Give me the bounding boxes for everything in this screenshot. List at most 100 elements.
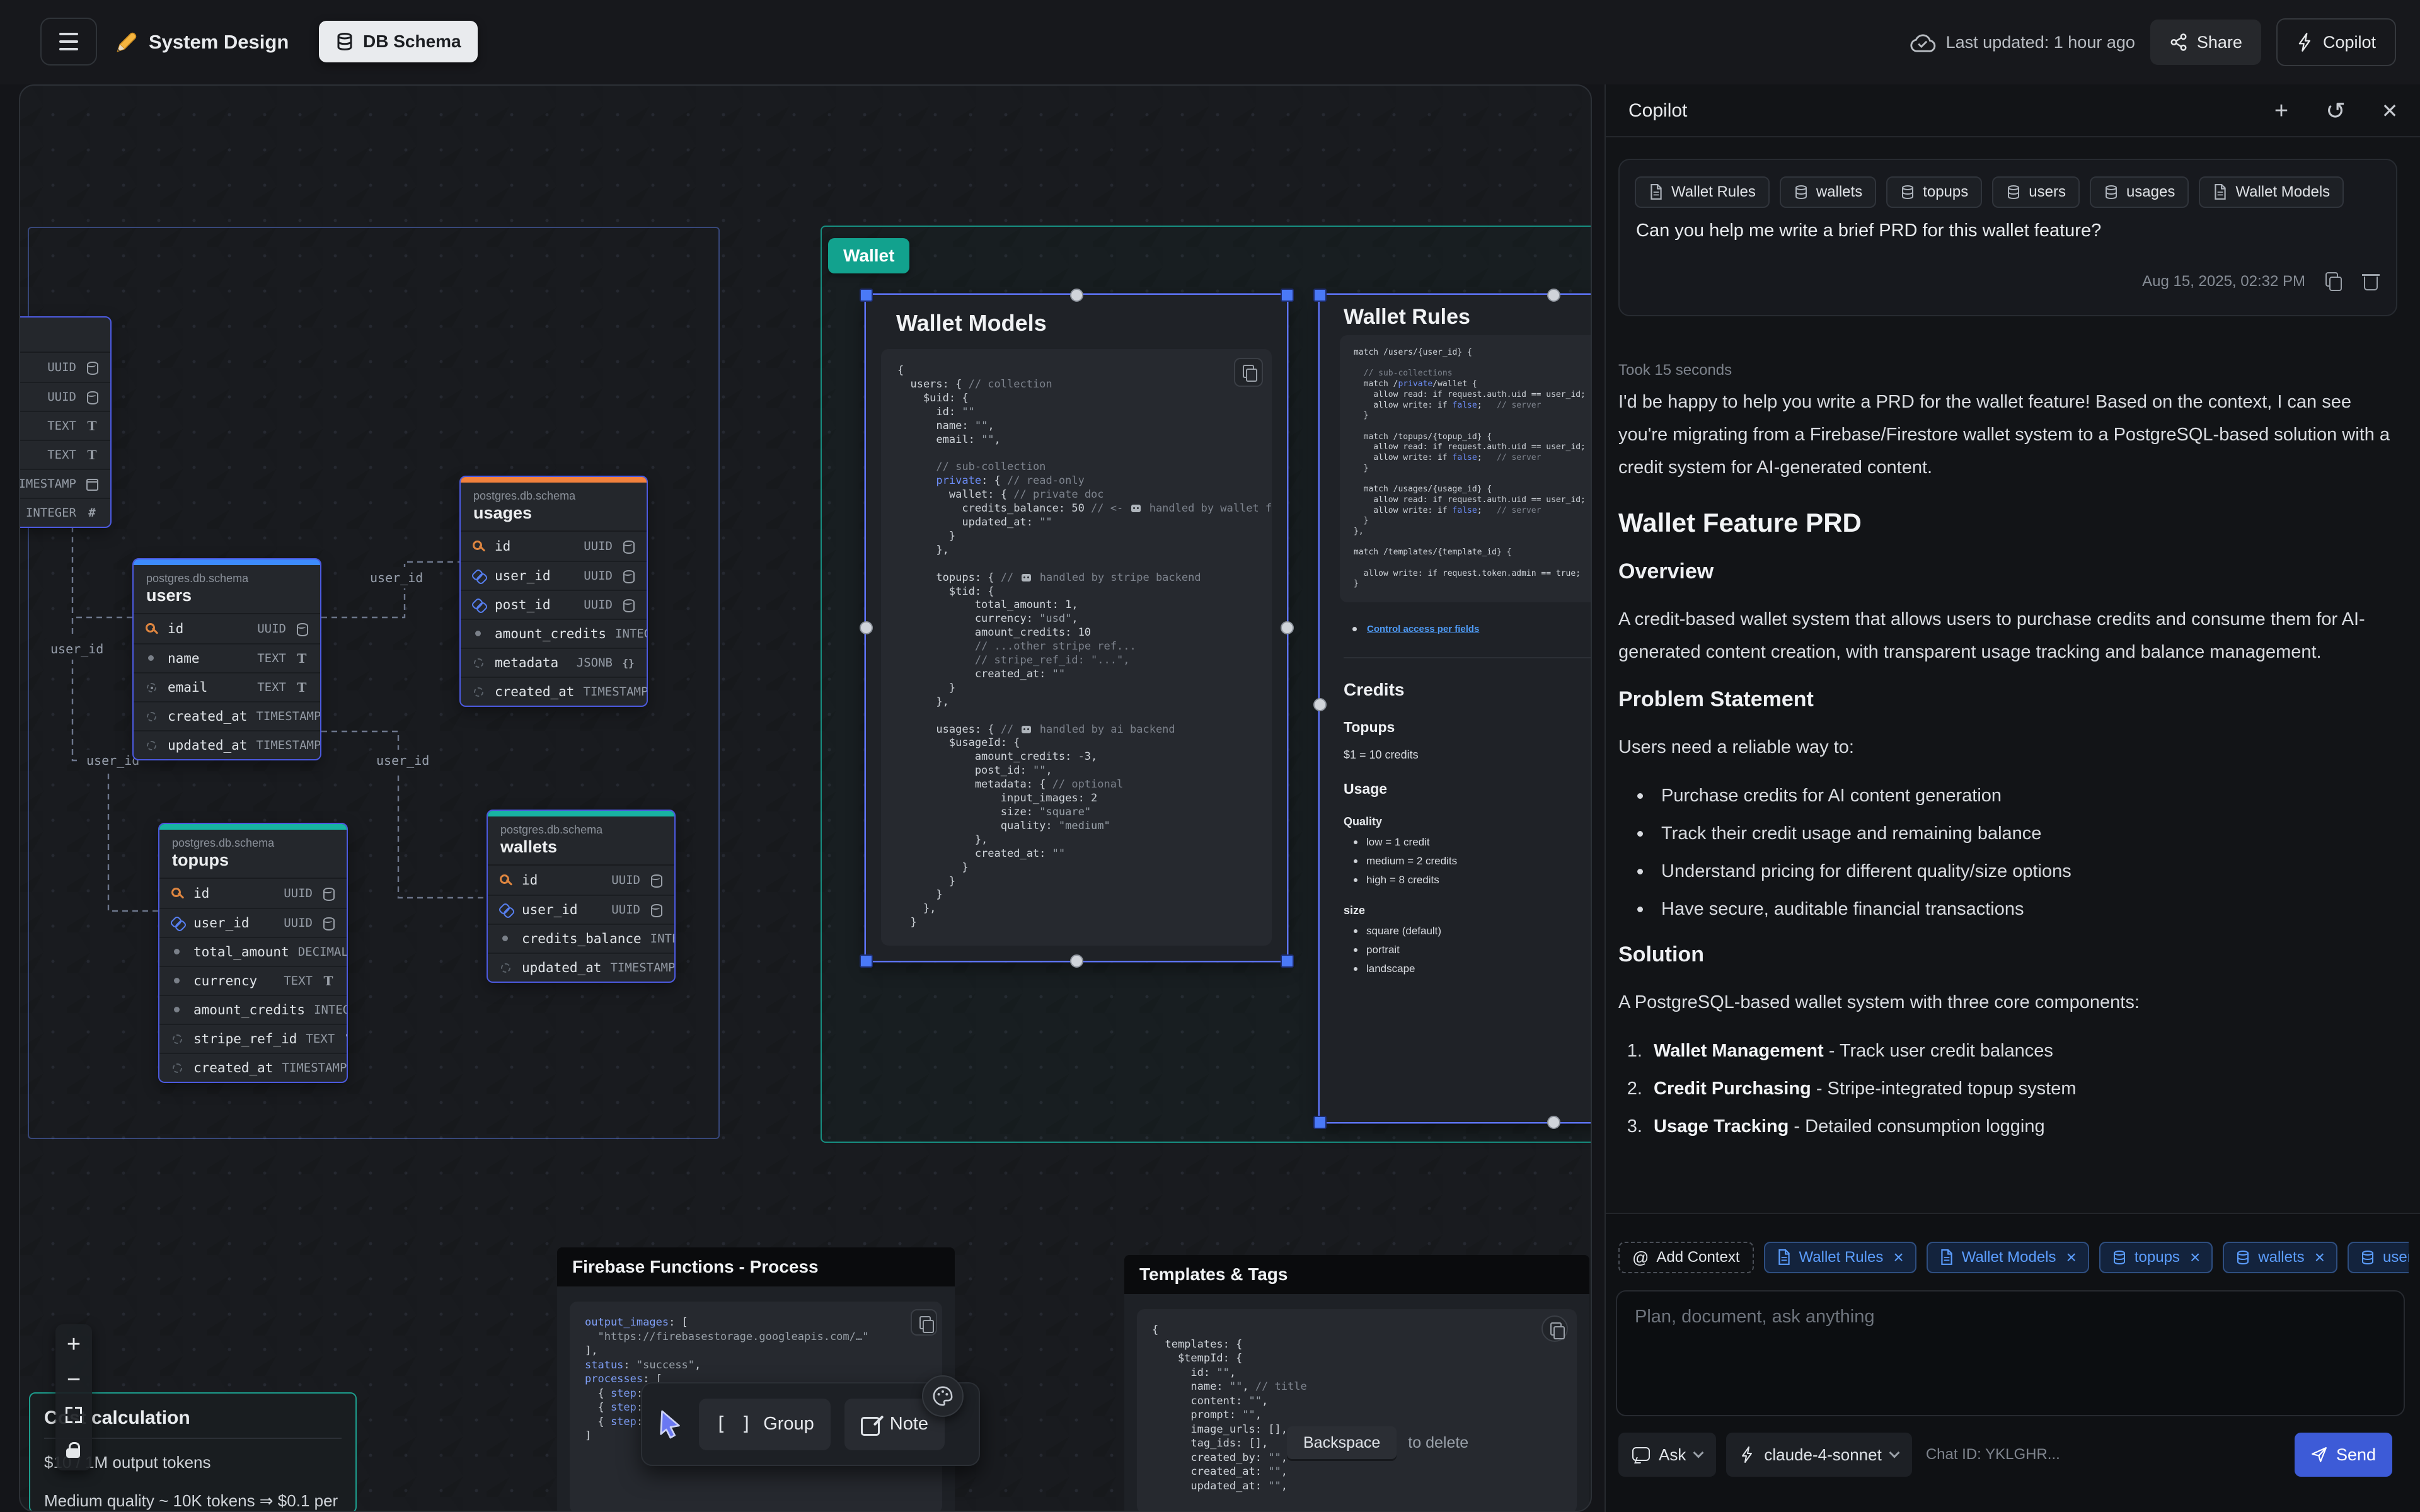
style-palette-button[interactable] bbox=[922, 1375, 964, 1417]
table-row[interactable]: user_id UUID bbox=[488, 895, 674, 924]
selection-handle[interactable] bbox=[1281, 954, 1294, 968]
group-tool-button[interactable]: [ ] Group bbox=[699, 1399, 831, 1450]
copy-message-icon[interactable] bbox=[2324, 272, 2343, 291]
selection-handle[interactable] bbox=[860, 954, 873, 968]
table-row[interactable]: stripe_ref_id TEXT bbox=[159, 1024, 347, 1053]
table-row[interactable]: INTEGER bbox=[19, 498, 110, 527]
table-row[interactable]: credits_balance INTEGER bbox=[488, 924, 674, 953]
field-constraint-icon bbox=[145, 680, 159, 694]
remove-chip-icon[interactable]: × bbox=[2315, 1247, 2325, 1268]
field-type-icon bbox=[85, 360, 99, 374]
remove-chip-icon[interactable]: × bbox=[1893, 1247, 1903, 1268]
table-topups[interactable]: postgres.db.schema topups id UUID user_i… bbox=[158, 823, 348, 1083]
table-row[interactable]: id UUID bbox=[134, 614, 320, 643]
selection-handle[interactable] bbox=[1547, 1116, 1560, 1129]
context-chip[interactable]: wallets bbox=[1780, 176, 1876, 208]
table-row[interactable]: amount_credits INTEGER bbox=[461, 619, 647, 648]
wallet-rules-code[interactable]: match /users/{user_id} { // sub-collecti… bbox=[1340, 335, 1592, 602]
table-row[interactable]: post_id UUID bbox=[461, 590, 647, 619]
table-row[interactable]: user_id UUID bbox=[461, 561, 647, 590]
table-row[interactable]: total_amount DECIMAL bbox=[159, 937, 347, 966]
selection-handle[interactable] bbox=[1547, 289, 1560, 302]
selection-handle[interactable] bbox=[860, 621, 873, 634]
table-usages[interactable]: postgres.db.schema usages id UUID user_i… bbox=[459, 476, 648, 707]
copy-code-button[interactable] bbox=[1541, 1315, 1568, 1342]
table-row[interactable]: created_at TIMESTAMP bbox=[461, 677, 647, 706]
table-row[interactable]: metadata JSONB bbox=[461, 648, 647, 677]
selection-handle[interactable] bbox=[1281, 289, 1294, 302]
menu-button[interactable] bbox=[40, 18, 97, 66]
wallet-models-panel[interactable]: Wallet Models { users: { // collection $… bbox=[866, 295, 1287, 961]
table-row[interactable]: id UUID bbox=[159, 879, 347, 908]
selection-handle[interactable] bbox=[1313, 1116, 1327, 1129]
context-chip[interactable]: users bbox=[1992, 176, 2080, 208]
wallet-group-label[interactable]: Wallet bbox=[828, 238, 909, 273]
add-context-button[interactable]: @ Add Context bbox=[1618, 1242, 1754, 1273]
table-row[interactable]: TEXT bbox=[19, 411, 110, 440]
selection-handle[interactable] bbox=[1281, 621, 1294, 634]
history-button[interactable]: ↺ bbox=[2322, 97, 2349, 125]
context-chip[interactable]: Wallet Rules bbox=[1635, 176, 1770, 208]
wallet-models-code[interactable]: { users: { // collection $uid: { id: "" … bbox=[881, 349, 1272, 946]
templates-code[interactable]: { templates: { $tempId: { id: "", name: … bbox=[1137, 1309, 1577, 1512]
composer-context-chip[interactable]: topups × bbox=[2099, 1242, 2213, 1273]
selection-handle[interactable] bbox=[1070, 289, 1083, 302]
mode-select[interactable]: Ask bbox=[1618, 1433, 1716, 1477]
table-row[interactable]: created_at TIMESTAMP bbox=[159, 1053, 347, 1082]
field-name: post_id bbox=[495, 597, 551, 612]
context-chip[interactable]: Wallet Models bbox=[2199, 176, 2344, 208]
table-row[interactable]: TIMESTAMP bbox=[19, 469, 110, 498]
table-row[interactable]: name TEXT bbox=[134, 643, 320, 672]
composer-context-chip[interactable]: Wallet Rules × bbox=[1764, 1242, 1916, 1273]
context-chip[interactable]: topups bbox=[1886, 176, 1982, 208]
composer-context-chip[interactable]: users × bbox=[2348, 1242, 2409, 1273]
field-constraint-icon bbox=[145, 738, 159, 752]
table-row[interactable]: updated_at TIMESTAMP bbox=[134, 730, 320, 759]
tab-db-schema[interactable]: DB Schema bbox=[319, 21, 478, 62]
fit-view-button[interactable] bbox=[58, 1399, 89, 1431]
diagram-canvas[interactable]: Wallet user_id user_id user_id user_id U… bbox=[19, 84, 1592, 1512]
new-chat-button[interactable]: + bbox=[2267, 97, 2295, 125]
send-button[interactable]: Send bbox=[2295, 1433, 2392, 1477]
table-row[interactable]: UUID bbox=[19, 353, 110, 382]
selection-handle[interactable] bbox=[860, 289, 873, 302]
table-wallets[interactable]: postgres.db.schema wallets id UUID user_… bbox=[487, 810, 676, 983]
table-row[interactable]: created_at TIMESTAMP bbox=[134, 701, 320, 730]
wallet-rules-panel[interactable]: Wallet Rules match /users/{user_id} { //… bbox=[1320, 295, 1592, 1122]
table-row[interactable]: user_id UUID bbox=[159, 908, 347, 937]
composer-context-chip[interactable]: wallets × bbox=[2223, 1242, 2337, 1273]
close-panel-button[interactable]: ✕ bbox=[2376, 97, 2404, 125]
remove-chip-icon[interactable]: × bbox=[2190, 1247, 2200, 1268]
copy-code-button[interactable] bbox=[1234, 358, 1263, 387]
selection-handle[interactable] bbox=[1070, 954, 1083, 968]
zoom-out-button[interactable]: − bbox=[58, 1363, 89, 1396]
lock-button[interactable] bbox=[58, 1434, 89, 1467]
context-chip[interactable]: usages bbox=[2090, 176, 2189, 208]
zoom-in-button[interactable]: + bbox=[58, 1328, 89, 1361]
table-row[interactable]: id UUID bbox=[461, 532, 647, 561]
table-row[interactable]: amount_credits INTEGER bbox=[159, 995, 347, 1024]
copilot-toggle-button[interactable]: Copilot bbox=[2276, 18, 2396, 66]
selection-handle[interactable] bbox=[1313, 289, 1327, 302]
table-users[interactable]: postgres.db.schema users id UUID name bbox=[132, 558, 321, 760]
templates-tags-panel[interactable]: Templates & Tags { templates: { $tempId:… bbox=[1124, 1255, 1589, 1512]
control-access-link[interactable]: Control access per fields bbox=[1367, 624, 1479, 634]
composer-context-chip[interactable]: Wallet Models × bbox=[1927, 1242, 2089, 1273]
remove-chip-icon[interactable]: × bbox=[2066, 1247, 2077, 1268]
table-partial[interactable]: UUID UUID TEXT bbox=[19, 316, 112, 528]
table-row[interactable]: TEXT bbox=[19, 440, 110, 469]
message-timestamp: Aug 15, 2025, 02:32 PM bbox=[2142, 273, 2305, 290]
table-row[interactable]: email TEXT bbox=[134, 672, 320, 701]
selection-handle[interactable] bbox=[1313, 698, 1327, 711]
table-row[interactable]: currency TEXT bbox=[159, 966, 347, 995]
copy-code-button[interactable] bbox=[911, 1309, 937, 1336]
table-row[interactable]: updated_at TIMESTAMP bbox=[488, 953, 674, 982]
table-row[interactable]: UUID bbox=[19, 382, 110, 411]
delete-message-icon[interactable] bbox=[2362, 272, 2380, 291]
prompt-input[interactable] bbox=[1617, 1292, 2404, 1415]
cursor-tool-icon[interactable] bbox=[656, 1409, 685, 1440]
table-row[interactable]: id UUID bbox=[488, 866, 674, 895]
firebase-functions-panel[interactable]: Firebase Functions - Process output_imag… bbox=[557, 1247, 955, 1512]
share-button[interactable]: Share bbox=[2150, 20, 2261, 65]
model-select[interactable]: claude-4-sonnet bbox=[1726, 1433, 1911, 1477]
